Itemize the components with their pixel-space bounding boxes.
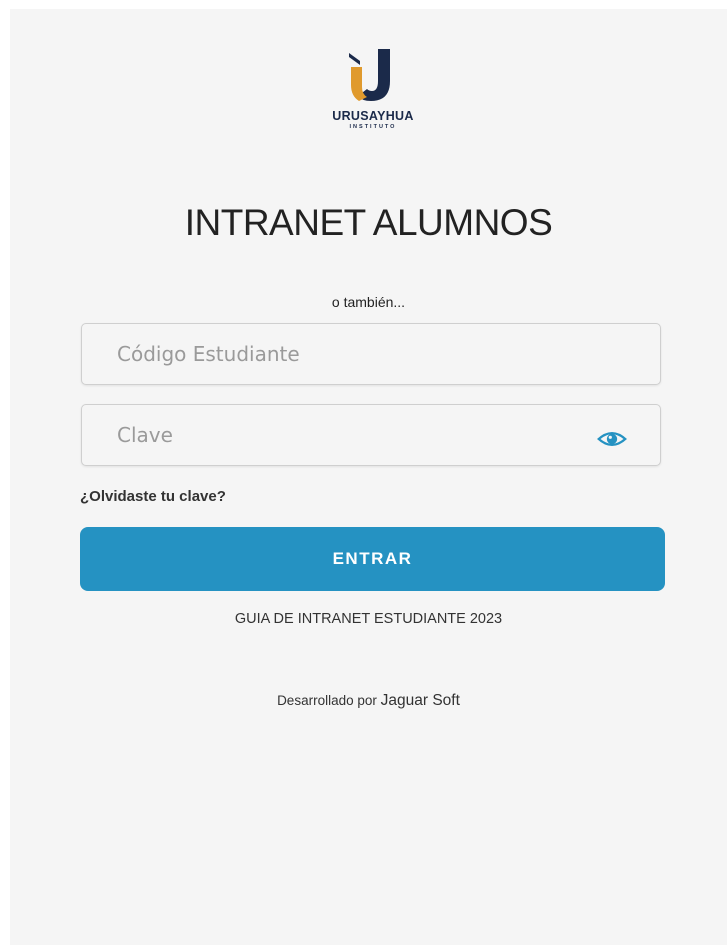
credit-brand: Jaguar Soft: [380, 692, 460, 709]
enter-button[interactable]: ENTRAR: [80, 527, 665, 591]
login-panel: URUSAYHUA INSTITUTO INTRANET ALUMNOS o t…: [10, 9, 727, 945]
forgot-password-link[interactable]: ¿Olvidaste tu clave?: [80, 487, 226, 507]
u-logo-icon: [349, 49, 390, 101]
logo-subtitle: INSTITUTO: [349, 124, 397, 130]
credit-prefix: Desarrollado por: [277, 693, 377, 708]
student-code-input[interactable]: [82, 324, 660, 384]
alternative-text: o también...: [331, 294, 406, 310]
student-code-field: [81, 323, 661, 385]
page-title: INTRANET ALUMNOS: [184, 202, 553, 243]
password-field: [81, 404, 661, 466]
institute-logo: URUSAYHUA INSTITUTO: [318, 47, 428, 147]
logo-name: URUSAYHUA: [332, 109, 414, 123]
student-guide-link[interactable]: GUIA DE INTRANET ESTUDIANTE 2023: [10, 610, 727, 628]
password-input[interactable]: [82, 405, 660, 465]
eye-icon[interactable]: [596, 429, 628, 449]
developer-credit: Desarrollado por Jaguar Soft: [10, 692, 727, 710]
